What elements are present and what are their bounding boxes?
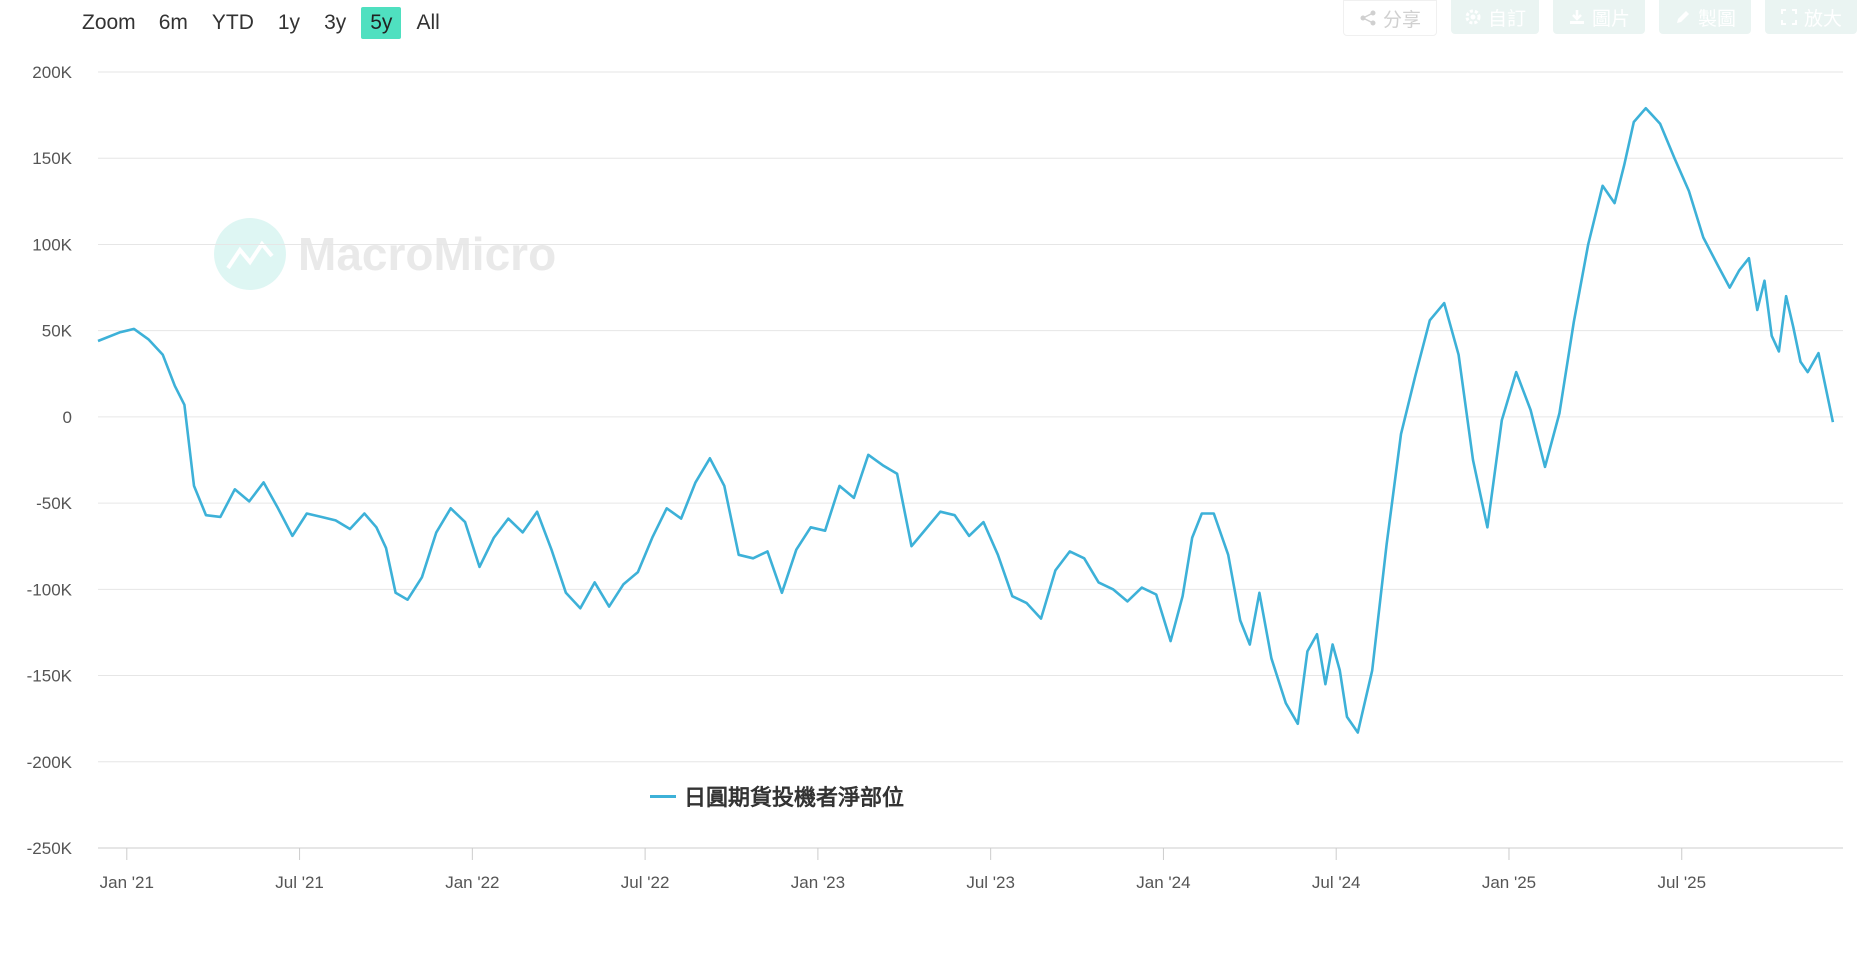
y-tick-label: -250K bbox=[27, 839, 73, 858]
series-line bbox=[97, 106, 1835, 734]
x-tick-label: Jul '24 bbox=[1312, 873, 1361, 892]
y-tick-label: 50K bbox=[42, 322, 73, 341]
x-tick-label: Jul '23 bbox=[966, 873, 1015, 892]
legend-series-label: 日圓期貨投機者淨部位 bbox=[684, 785, 905, 810]
watermark-logo-icon bbox=[214, 218, 286, 290]
legend-line-swatch bbox=[650, 794, 676, 798]
x-tick-label: Jul '25 bbox=[1657, 873, 1706, 892]
legend[interactable]: 日圓期貨投機者淨部位 bbox=[650, 780, 904, 812]
x-tick-label: Jan '22 bbox=[445, 873, 499, 892]
macromicro-watermark: MacroMicro bbox=[214, 218, 556, 290]
x-tick-label: Jan '25 bbox=[1482, 873, 1536, 892]
watermark-text: MacroMicro bbox=[298, 228, 556, 280]
x-tick-label: Jan '24 bbox=[1136, 873, 1190, 892]
x-tick-label: Jul '21 bbox=[275, 873, 324, 892]
y-tick-label: 200K bbox=[32, 63, 72, 82]
x-tick-label: Jan '21 bbox=[100, 873, 154, 892]
y-tick-label: -50K bbox=[36, 494, 73, 513]
y-tick-label: 0 bbox=[63, 408, 72, 427]
y-tick-label: 150K bbox=[32, 149, 72, 168]
x-tick-label: Jan '23 bbox=[791, 873, 845, 892]
y-tick-label: 100K bbox=[32, 235, 72, 254]
line-chart: MacroMicro 200K 150K 100K 50K 0 -50K -100K -150… bbox=[27, 63, 1843, 892]
x-tick-label: Jul '22 bbox=[621, 873, 670, 892]
y-tick-label: -150K bbox=[27, 667, 73, 686]
y-tick-label: -100K bbox=[27, 580, 73, 599]
y-tick-label: -200K bbox=[27, 753, 73, 772]
